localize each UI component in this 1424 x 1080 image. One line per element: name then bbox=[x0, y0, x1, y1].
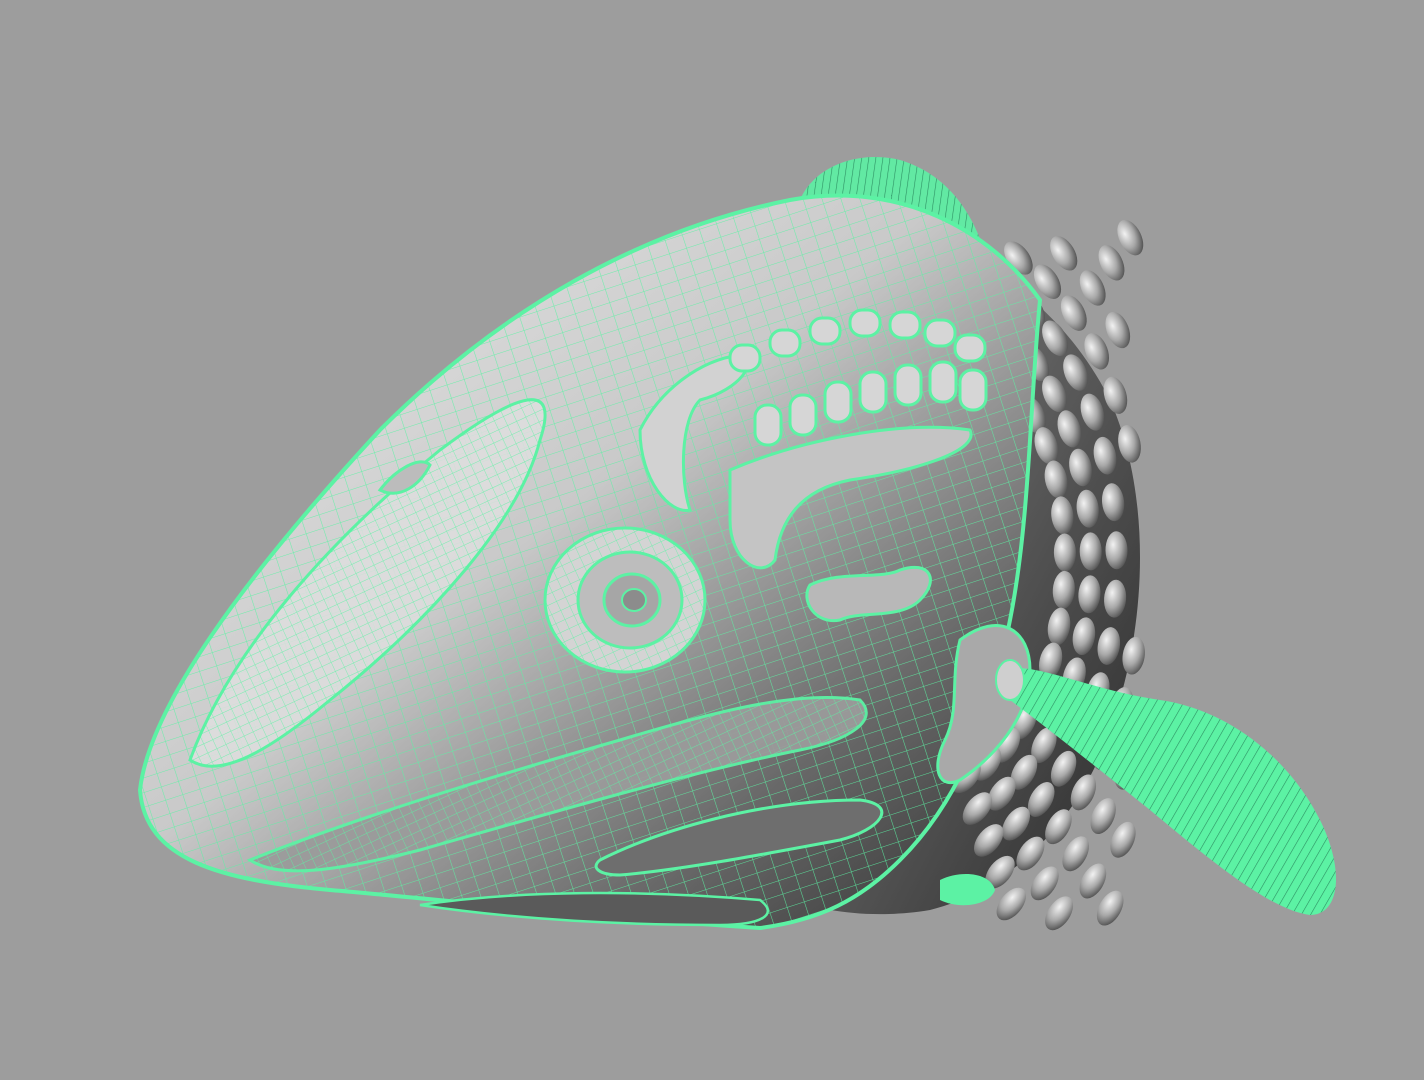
scale bbox=[996, 887, 1026, 921]
head-bump bbox=[893, 363, 923, 407]
head-bump bbox=[848, 308, 882, 338]
head-bump bbox=[858, 370, 888, 414]
head-bump bbox=[953, 333, 987, 363]
head-bump bbox=[728, 343, 762, 373]
head-bump bbox=[808, 316, 842, 346]
head-bump bbox=[788, 393, 818, 437]
head-bump bbox=[923, 318, 957, 348]
viewport-scene[interactable] bbox=[0, 0, 1424, 1080]
head-bump bbox=[753, 403, 783, 447]
head-bump bbox=[823, 380, 853, 424]
head-bump bbox=[768, 328, 802, 358]
head-bump bbox=[958, 368, 988, 412]
head-bump bbox=[928, 360, 958, 404]
head-bump bbox=[888, 310, 922, 340]
eye bbox=[543, 526, 707, 674]
3d-viewport[interactable] bbox=[0, 0, 1424, 1080]
